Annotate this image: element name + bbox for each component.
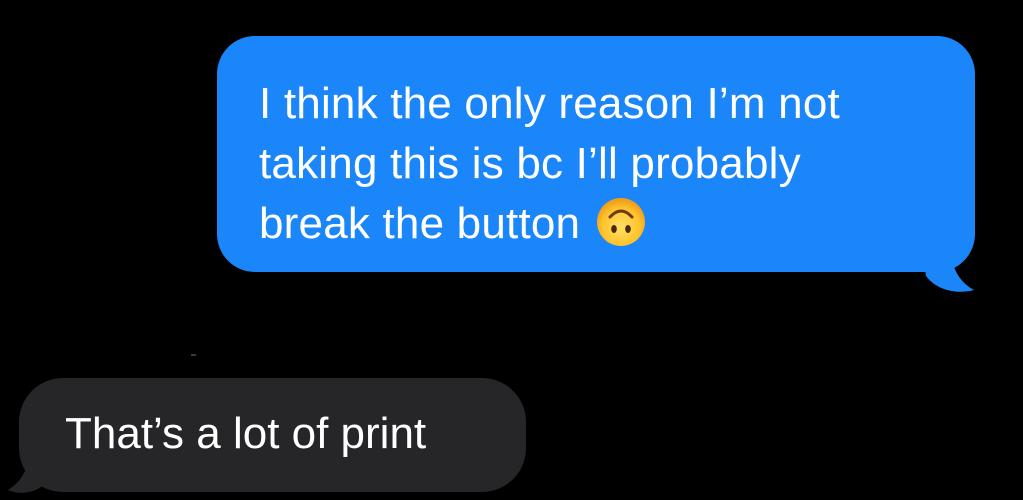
sent-message-bubble[interactable]: I think the only reason I’m not taking t… xyxy=(217,36,975,272)
message-thread: I think the only reason I’m not taking t… xyxy=(0,0,1023,500)
upside-down-face-emoji-icon xyxy=(597,198,646,246)
divider-speck xyxy=(191,354,196,356)
sent-message-text: I think the only reason I’m not taking t… xyxy=(259,79,840,248)
received-message-bubble[interactable]: That’s a lot of print xyxy=(19,378,526,492)
received-message-text: That’s a lot of print xyxy=(65,409,427,458)
